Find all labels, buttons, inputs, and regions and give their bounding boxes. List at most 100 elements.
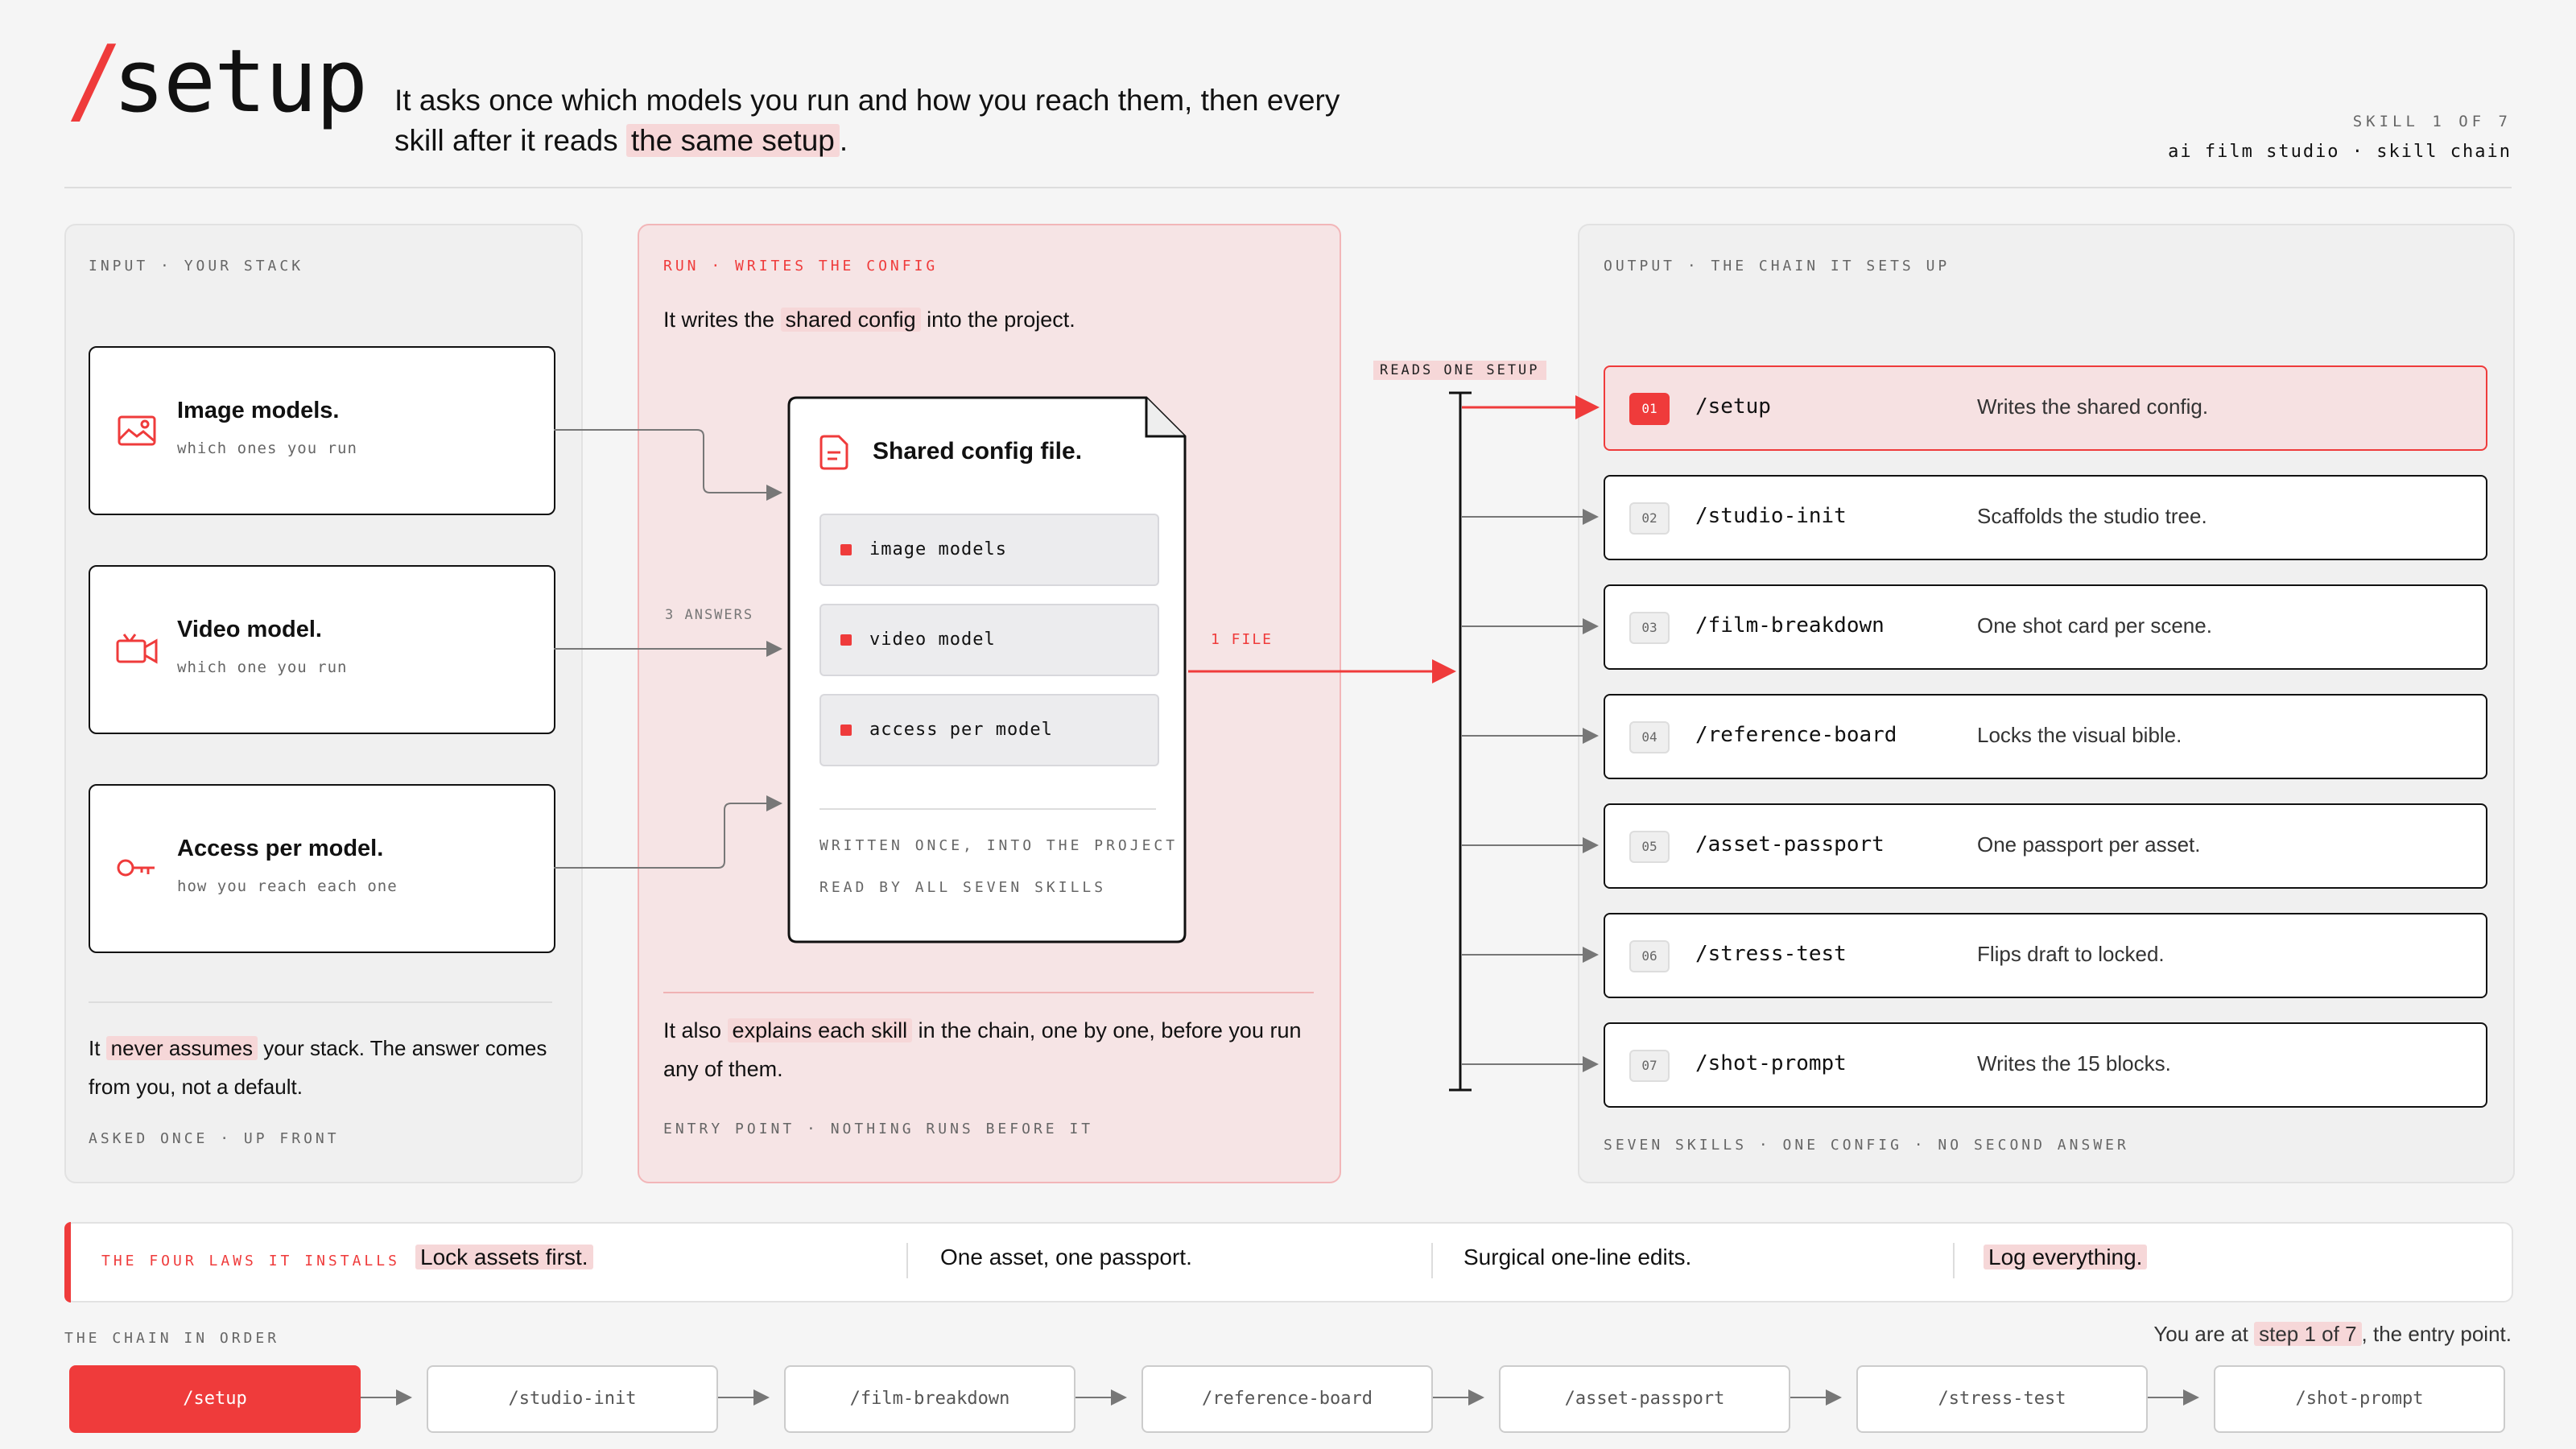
tagline-end: . xyxy=(839,124,848,157)
row-description: Writes the 15 blocks. xyxy=(1977,1051,2171,1075)
law-text: Log everything. xyxy=(1984,1245,2148,1269)
input-note-part: It xyxy=(89,1036,106,1060)
law-divider xyxy=(1953,1243,1955,1278)
input-footer: ASKED ONCE · UP FRONT xyxy=(89,1130,340,1147)
run-lead-part: It writes the xyxy=(663,308,781,332)
row-number: 03 xyxy=(1629,612,1670,644)
run-panel-label: RUN · WRITES THE CONFIG xyxy=(663,258,939,275)
bullet-icon xyxy=(840,724,852,736)
law-item: One asset, one passport. xyxy=(940,1245,1192,1269)
key-icon xyxy=(117,859,155,877)
law-item: Log everything. xyxy=(1984,1245,2148,1270)
input-note: It never assumes your stack. The answer … xyxy=(89,1029,552,1106)
run-explain: It also explains each skill in the chain… xyxy=(663,1011,1314,1088)
config-item-label: image models xyxy=(869,539,1007,559)
law-divider xyxy=(1431,1243,1433,1278)
input-card-video-model: Video model. which one you run xyxy=(89,565,555,734)
row-command: /film-breakdown xyxy=(1695,613,1885,638)
input-card-title: Video model. xyxy=(177,617,322,642)
bullet-icon xyxy=(840,634,852,646)
tagline-highlight: the same setup xyxy=(625,124,840,157)
row-number: 02 xyxy=(1629,502,1670,535)
header-divider xyxy=(64,187,2512,188)
page-title: setup xyxy=(113,31,368,132)
step-note-highlight: step 1 of 7 xyxy=(2254,1322,2362,1346)
tagline-part: It asks once which models you run and ho… xyxy=(394,84,1340,157)
input-card-title: Image models. xyxy=(177,398,340,423)
row-number: 07 xyxy=(1629,1050,1670,1082)
run-lead-end: into the project. xyxy=(920,308,1075,332)
laws-label: THE FOUR LAWS IT INSTALLS xyxy=(101,1253,400,1269)
run-explain-part: It also xyxy=(663,1018,728,1042)
chain-row-film-breakdown[interactable]: 03 /film-breakdown One shot card per sce… xyxy=(1604,584,2487,670)
row-command: /asset-passport xyxy=(1695,832,1885,857)
config-item: access per model xyxy=(819,694,1159,766)
input-card-image-models: Image models. which ones you run xyxy=(89,346,555,515)
chain-chip-stress-test[interactable]: /stress-test xyxy=(1856,1365,2148,1433)
row-command: /studio-init xyxy=(1695,504,1847,528)
bullet-icon xyxy=(840,544,852,555)
input-panel-label: INPUT · YOUR STACK xyxy=(89,258,304,275)
input-card-sub: how you reach each one xyxy=(177,877,398,895)
row-description: Writes the shared config. xyxy=(1977,394,2209,419)
config-divider xyxy=(819,808,1156,810)
run-lead-highlight: shared config xyxy=(780,308,921,332)
chain-row-studio-init[interactable]: 02 /studio-init Scaffolds the studio tre… xyxy=(1604,475,2487,560)
video-camera-icon xyxy=(116,634,158,664)
step-note: You are at step 1 of 7, the entry point. xyxy=(2153,1322,2512,1347)
run-lead: It writes the shared config into the pro… xyxy=(663,308,1075,332)
chain-row-setup[interactable]: 01 /setup Writes the shared config. xyxy=(1604,365,2487,451)
row-description: Locks the visual bible. xyxy=(1977,723,2182,747)
row-number: 01 xyxy=(1629,393,1670,425)
answers-label: 3 ANSWERS xyxy=(665,607,754,623)
config-item-label: video model xyxy=(869,630,996,650)
row-command: /reference-board xyxy=(1695,723,1897,747)
laws-accent xyxy=(64,1222,71,1302)
chain-row-stress-test[interactable]: 06 /stress-test Flips draft to locked. xyxy=(1604,913,2487,998)
chain-chip-film-breakdown[interactable]: /film-breakdown xyxy=(784,1365,1075,1433)
row-number: 05 xyxy=(1629,831,1670,863)
chain-chip-shot-prompt[interactable]: /shot-prompt xyxy=(2214,1365,2505,1433)
row-command: /shot-prompt xyxy=(1695,1051,1847,1075)
image-icon xyxy=(118,415,156,446)
chain-row-reference-board[interactable]: 04 /reference-board Locks the visual bib… xyxy=(1604,694,2487,779)
step-note-end: , the entry point. xyxy=(2361,1322,2512,1346)
chain-row-asset-passport[interactable]: 05 /asset-passport One passport per asse… xyxy=(1604,803,2487,889)
chain-chip-asset-passport[interactable]: /asset-passport xyxy=(1499,1365,1790,1433)
input-divider xyxy=(89,1001,552,1003)
chain-chip-studio-init[interactable]: /studio-init xyxy=(427,1365,718,1433)
row-command: /setup xyxy=(1695,394,1771,419)
input-card-sub: which ones you run xyxy=(177,440,357,457)
skill-number: SKILL 1 OF 7 xyxy=(2352,113,2512,130)
tagline: It asks once which models you run and ho… xyxy=(394,80,1360,161)
law-item: Lock assets first. xyxy=(415,1245,593,1270)
document-icon xyxy=(819,435,848,470)
chain-label: THE CHAIN IN ORDER xyxy=(64,1330,280,1347)
config-item-label: access per model xyxy=(869,720,1053,740)
studio-label: ai film studio · skill chain xyxy=(2168,142,2512,162)
config-item: image models xyxy=(819,514,1159,586)
row-description: Scaffolds the studio tree. xyxy=(1977,504,2207,528)
file-label: 1 FILE xyxy=(1211,631,1274,648)
input-card-access: Access per model. how you reach each one xyxy=(89,784,555,953)
law-item: Surgical one-line edits. xyxy=(1463,1245,1692,1269)
config-item: video model xyxy=(819,604,1159,676)
row-description: One passport per asset. xyxy=(1977,832,2201,857)
row-number: 06 xyxy=(1629,940,1670,972)
law-divider xyxy=(906,1243,908,1278)
row-description: One shot card per scene. xyxy=(1977,613,2212,638)
output-panel-label: OUTPUT · THE CHAIN IT SETS UP xyxy=(1604,258,1951,275)
row-description: Flips draft to locked. xyxy=(1977,942,2165,966)
law-text: Lock assets first. xyxy=(415,1245,593,1269)
chain-chip-reference-board[interactable]: /reference-board xyxy=(1141,1365,1433,1433)
step-note-part: You are at xyxy=(2153,1322,2255,1346)
chain-row-shot-prompt[interactable]: 07 /shot-prompt Writes the 15 blocks. xyxy=(1604,1022,2487,1108)
chain-chip-setup[interactable]: /setup xyxy=(69,1365,361,1433)
reads-setup-label: READS ONE SETUP xyxy=(1373,361,1546,380)
config-title: Shared config file. xyxy=(873,438,1083,464)
input-note-highlight: never assumes xyxy=(105,1036,258,1060)
input-card-sub: which one you run xyxy=(177,658,348,676)
input-card-title: Access per model. xyxy=(177,836,384,861)
row-number: 04 xyxy=(1629,721,1670,753)
row-command: /stress-test xyxy=(1695,942,1847,966)
